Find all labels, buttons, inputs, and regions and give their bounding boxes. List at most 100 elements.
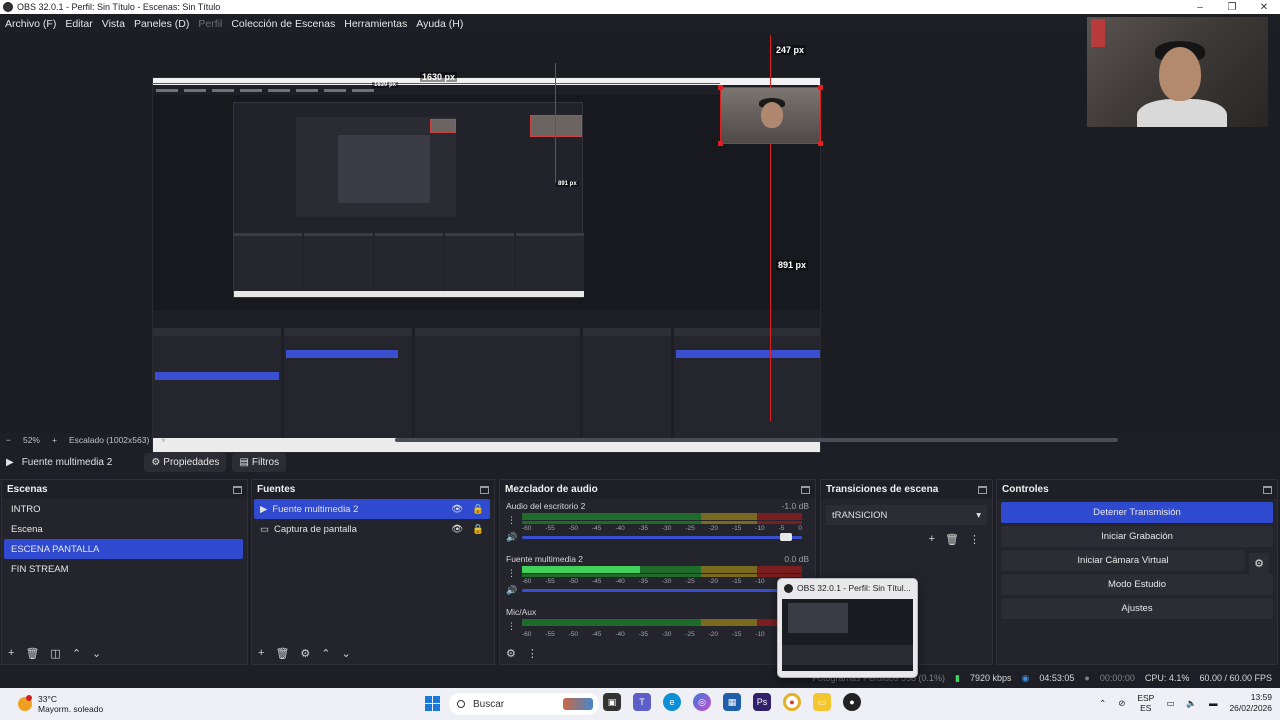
virtual-cam-settings-icon[interactable]: ⚙ bbox=[1249, 553, 1269, 574]
lock-icon[interactable]: 🔒 bbox=[472, 504, 484, 515]
speaker-icon[interactable]: 🔊 bbox=[506, 532, 517, 543]
eye-icon[interactable]: 👁 bbox=[451, 504, 463, 515]
scene-item-intro[interactable]: INTRO bbox=[4, 499, 243, 519]
edge-icon[interactable]: e bbox=[663, 693, 681, 711]
studio-mode-button[interactable]: Modo Estudio bbox=[1001, 574, 1273, 595]
move-up-icon[interactable]: ⌃ bbox=[72, 647, 81, 660]
trash-icon[interactable]: 🗑 bbox=[945, 533, 959, 546]
resize-handle-tr[interactable] bbox=[818, 85, 823, 90]
menu-help[interactable]: Ayuda (H) bbox=[416, 18, 463, 30]
volume-slider-knob[interactable] bbox=[780, 533, 792, 541]
task-view-icon[interactable]: ▣ bbox=[603, 693, 621, 711]
resize-handle-tl[interactable] bbox=[718, 85, 723, 90]
language-indicator[interactable]: ESP ES bbox=[1137, 693, 1154, 713]
menu-scene-collection[interactable]: Colección de Escenas bbox=[231, 18, 335, 30]
monitor-icon: ▭ bbox=[260, 523, 269, 535]
clock[interactable]: 13:59 26/02/2026 bbox=[1229, 692, 1272, 714]
dock-float-icon[interactable] bbox=[480, 485, 489, 494]
file-explorer-icon[interactable]: ▭ bbox=[813, 693, 831, 711]
system-tray: ⌃ ⊘ ESP ES ▭ 🔈 ▬ 13:59 26/02/2026 bbox=[1099, 692, 1272, 714]
settings-button[interactable]: Ajustes bbox=[1001, 598, 1273, 619]
zoom-in-button[interactable]: + bbox=[52, 435, 57, 445]
menu-docks[interactable]: Paneles (D) bbox=[134, 18, 189, 30]
dock-float-icon[interactable] bbox=[233, 485, 242, 494]
store-icon[interactable]: ▦ bbox=[723, 693, 741, 711]
add-source-icon[interactable]: + bbox=[258, 647, 264, 659]
selected-source: ▶ Fuente multimedia 2 bbox=[6, 457, 112, 468]
trash-icon[interactable]: 🗑 bbox=[275, 647, 289, 660]
lock-icon[interactable]: 🔒 bbox=[472, 524, 484, 535]
battery-icon[interactable]: ▬ bbox=[1209, 698, 1218, 708]
display-icon[interactable]: ▭ bbox=[1166, 698, 1174, 709]
maximize-button[interactable]: ❐ bbox=[1216, 2, 1248, 13]
scene-filter-icon[interactable]: ◫ bbox=[50, 647, 60, 660]
add-scene-icon[interactable]: + bbox=[8, 647, 14, 659]
mixer-menu-icon[interactable]: ⋮ bbox=[527, 647, 538, 660]
close-button[interactable]: ✕ bbox=[1248, 2, 1280, 13]
filters-button[interactable]: ▤ Filtros bbox=[232, 452, 287, 472]
trash-icon[interactable]: 🗑 bbox=[25, 647, 39, 660]
premiere-icon[interactable]: Ps bbox=[753, 693, 771, 711]
speaker-icon[interactable]: 🔊 bbox=[506, 585, 517, 596]
resize-handle-br[interactable] bbox=[818, 141, 823, 146]
resize-handle-bl[interactable] bbox=[718, 141, 723, 146]
teams-icon[interactable]: T bbox=[633, 693, 651, 711]
eye-icon[interactable]: 👁 bbox=[451, 524, 463, 535]
start-virtual-camera-button[interactable]: Iniciar Cámara Virtual bbox=[1001, 550, 1245, 571]
dock-float-icon[interactable] bbox=[1263, 485, 1272, 494]
language-bottom: ES bbox=[1140, 703, 1152, 713]
taskbar-search[interactable]: Buscar bbox=[449, 693, 599, 715]
properties-button[interactable]: ⚙ Propiedades bbox=[144, 452, 227, 472]
obs-logo-icon bbox=[3, 2, 13, 12]
camera-source-selected[interactable] bbox=[720, 87, 821, 144]
scene-item-escena[interactable]: Escena bbox=[4, 519, 243, 539]
volume-slider[interactable] bbox=[522, 589, 802, 592]
menu-view[interactable]: Vista bbox=[102, 18, 125, 30]
add-transition-icon[interactable]: + bbox=[929, 533, 935, 546]
stop-stream-button[interactable]: Detener Transmisión bbox=[1001, 502, 1273, 523]
taskbar-preview-popup[interactable]: OBS 32.0.1 - Perfil: Sin Títul... bbox=[777, 578, 918, 678]
properties-label: Propiedades bbox=[163, 456, 220, 468]
source-item-screen-capture[interactable]: ▭ Captura de pantalla 👁 🔒 bbox=[254, 519, 490, 539]
volume-slider[interactable] bbox=[522, 533, 802, 541]
weather-widget[interactable]: 33°C Mayorm. soleado bbox=[0, 694, 200, 714]
play-icon[interactable]: ▶ bbox=[6, 457, 14, 468]
menu-tools[interactable]: Herramientas bbox=[344, 18, 407, 30]
channel-db: 0.0 dB bbox=[784, 554, 809, 564]
copilot-icon[interactable]: ◎ bbox=[693, 693, 711, 711]
source-item-media[interactable]: ▶ Fuente multimedia 2 👁 🔒 bbox=[254, 499, 490, 519]
speaker-icon[interactable]: 🔈 bbox=[1186, 698, 1197, 709]
move-up-icon[interactable]: ⌃ bbox=[321, 647, 330, 660]
menu-edit[interactable]: Editar bbox=[65, 18, 92, 30]
transition-select[interactable]: tRANSICION ▾ bbox=[826, 505, 987, 525]
guide-height-label: 891 px bbox=[776, 260, 809, 270]
menu-profile[interactable]: Perfil bbox=[198, 18, 222, 30]
advanced-audio-icon[interactable]: ⚙ bbox=[506, 647, 516, 660]
channel-menu-icon[interactable]: ⋮ bbox=[507, 621, 516, 632]
channel-menu-icon[interactable]: ⋮ bbox=[507, 515, 516, 526]
minimize-button[interactable]: – bbox=[1184, 2, 1216, 13]
scene-item-escena-pantalla[interactable]: ESCENA PANTALLA bbox=[4, 539, 243, 559]
scene-item-fin-stream[interactable]: FIN STREAM bbox=[4, 559, 243, 579]
start-button-icon[interactable] bbox=[425, 696, 440, 711]
popup-thumbnail[interactable] bbox=[782, 599, 913, 671]
gear-icon[interactable]: ⚙ bbox=[300, 647, 310, 660]
channel-menu-icon[interactable]: ⋮ bbox=[507, 568, 516, 579]
network-icon[interactable]: ⊘ bbox=[1118, 698, 1125, 709]
zoom-out-button[interactable]: − bbox=[6, 435, 11, 445]
chrome-icon[interactable]: ● bbox=[783, 693, 801, 711]
search-icon bbox=[457, 700, 465, 708]
move-down-icon[interactable]: ⌄ bbox=[342, 647, 351, 660]
transition-menu-icon[interactable]: ⋮ bbox=[969, 533, 980, 546]
preview-horizontal-scrollbar[interactable] bbox=[395, 438, 1118, 442]
menu-file[interactable]: Archivo (F) bbox=[5, 18, 56, 30]
start-recording-button[interactable]: Iniciar Grabación bbox=[1001, 526, 1273, 547]
mirrored-docks bbox=[234, 233, 585, 293]
scale-dropdown-icon[interactable]: ▾ bbox=[161, 435, 165, 446]
dock-float-icon[interactable] bbox=[801, 485, 810, 494]
obs-taskbar-icon[interactable]: ● bbox=[843, 693, 861, 711]
dock-float-icon[interactable] bbox=[978, 485, 987, 494]
move-down-icon[interactable]: ⌄ bbox=[92, 647, 101, 660]
clock-date: 26/02/2026 bbox=[1229, 703, 1272, 713]
chevron-up-icon[interactable]: ⌃ bbox=[1099, 698, 1106, 709]
